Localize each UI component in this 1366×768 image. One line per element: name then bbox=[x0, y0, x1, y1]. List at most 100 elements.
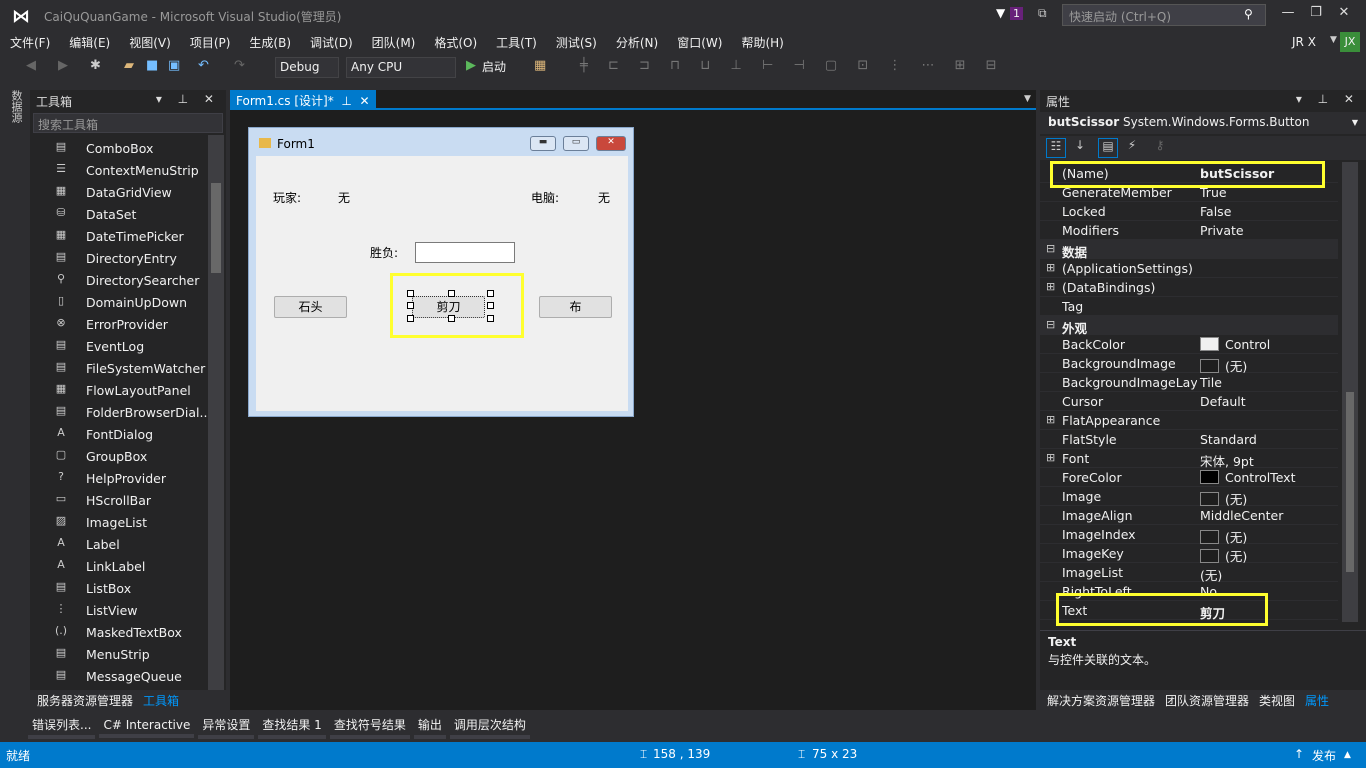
property-row[interactable]: BackgroundImageLayoutTile bbox=[1040, 373, 1338, 392]
pin-icon[interactable]: ⊥ bbox=[341, 94, 351, 108]
tab-dropdown-icon[interactable]: ▼ bbox=[1024, 94, 1031, 104]
form1-window[interactable]: Form1 ▬ ▭ ✕ 玩家: 无 电脑: 无 胜负: 石头 剪刀 布 bbox=[248, 127, 634, 417]
toolbox-item[interactable]: ▭ HScrollBar bbox=[30, 489, 208, 511]
property-row[interactable]: ⊞ (ApplicationSettings) bbox=[1040, 259, 1338, 278]
properties-icon[interactable]: ▤ bbox=[1098, 138, 1118, 158]
output-tab[interactable]: 调用层次结构 bbox=[449, 714, 530, 739]
platform-dropdown[interactable]: Any CPU bbox=[346, 57, 456, 78]
paper-button[interactable]: 布 bbox=[539, 296, 612, 318]
publish-button[interactable]: 发布 bbox=[1312, 747, 1336, 764]
toolbox-item[interactable]: ⛁ DataSet bbox=[30, 203, 208, 225]
menu-item[interactable]: 生成(B) bbox=[239, 31, 300, 51]
property-value[interactable]: Private bbox=[1200, 223, 1244, 238]
output-tab[interactable]: C# Interactive bbox=[99, 716, 195, 738]
bottom-tab[interactable]: 类视图 bbox=[1254, 690, 1300, 711]
redo-icon[interactable]: ↷ bbox=[234, 58, 245, 73]
collapse-icon[interactable]: ⊟ bbox=[1046, 318, 1055, 331]
toolbox-item[interactable]: ▦ FlowLayoutPanel bbox=[30, 379, 208, 401]
property-row[interactable]: BackgroundImage (无) bbox=[1040, 354, 1338, 374]
expand-icon[interactable]: ⊞ bbox=[1046, 280, 1055, 293]
layout-align-icons[interactable]: ╪ ⊏ ⊐ ⊓ ⊔ ⊥ ⊢ ⊣ ▢ ⊡ ⋮ ⋯ ⊞ ⊟ bbox=[580, 58, 1005, 73]
toolbox-item[interactable]: (.) MaskedTextBox bbox=[30, 621, 208, 643]
panel-controls[interactable]: ▾ ⊥ ✕ bbox=[1296, 92, 1360, 106]
toolbox-search-input[interactable]: 搜索工具箱 bbox=[33, 113, 223, 133]
property-row[interactable]: BackColor Control bbox=[1040, 335, 1338, 354]
player-value[interactable]: 无 bbox=[338, 189, 350, 206]
publish-icon[interactable]: ↑ bbox=[1294, 747, 1304, 761]
property-row[interactable]: ⊞ FlatAppearance bbox=[1040, 411, 1338, 430]
toolbox-item[interactable]: ▤ FolderBrowserDial... bbox=[30, 401, 212, 423]
scroll-thumb[interactable] bbox=[1346, 392, 1354, 572]
toolbox-item[interactable]: ⚲ DirectorySearcher bbox=[30, 269, 208, 291]
bottom-tab[interactable]: 团队资源管理器 bbox=[1160, 690, 1254, 711]
rock-button[interactable]: 石头 bbox=[274, 296, 347, 318]
menu-item[interactable]: 帮助(H) bbox=[731, 31, 792, 51]
toolbox-item[interactable]: A LinkLabel bbox=[30, 555, 208, 577]
filter-icon[interactable]: ▼ bbox=[996, 6, 1005, 20]
toolbox-item[interactable]: ▤ EventLog bbox=[30, 335, 208, 357]
play-icon[interactable]: ▶ bbox=[466, 58, 476, 73]
property-value[interactable]: Control bbox=[1200, 337, 1270, 352]
property-row[interactable]: ForeColor ControlText bbox=[1040, 468, 1338, 487]
categorized-icon[interactable]: ☷ bbox=[1046, 138, 1066, 158]
menu-item[interactable]: 文件(F) bbox=[0, 31, 59, 51]
property-pages-icon[interactable]: ⚷ bbox=[1150, 138, 1170, 158]
property-row[interactable]: ⊞ Font 宋体, 9pt bbox=[1040, 449, 1338, 469]
back-icon[interactable]: ◀ bbox=[26, 58, 36, 73]
property-category[interactable]: ⊟ 外观 bbox=[1040, 316, 1338, 336]
toolbox-item[interactable]: ▤ MenuStrip bbox=[30, 643, 208, 665]
toolbox-item[interactable]: ⋮ ListView bbox=[30, 599, 208, 621]
feedback-icon[interactable]: ⧉ bbox=[1038, 6, 1047, 21]
toolbox-item[interactable]: ▤ ComboBox bbox=[30, 137, 208, 159]
menu-item[interactable]: 团队(M) bbox=[362, 31, 425, 51]
config-dropdown[interactable]: Debug bbox=[275, 57, 339, 78]
menu-item[interactable]: 视图(V) bbox=[119, 31, 180, 51]
save-all-icon[interactable]: ▣ bbox=[168, 58, 180, 73]
property-value[interactable]: False bbox=[1200, 204, 1231, 219]
property-category[interactable]: ⊟ 数据 bbox=[1040, 240, 1338, 260]
toolbox-item[interactable]: ☰ ContextMenuStrip bbox=[30, 159, 208, 181]
toolbox-item[interactable]: ▢ GroupBox bbox=[30, 445, 208, 467]
bottom-tab[interactable]: 解决方案资源管理器 bbox=[1042, 690, 1160, 711]
menu-item[interactable]: 测试(S) bbox=[546, 31, 606, 51]
bottom-tab[interactable]: 属性 bbox=[1300, 690, 1334, 711]
attach-icon[interactable]: ▦ bbox=[534, 58, 546, 73]
toolbox-item[interactable]: A Label bbox=[30, 533, 208, 555]
undo-icon[interactable]: ↶ bbox=[198, 58, 209, 73]
output-tab[interactable]: 查找符号结果 bbox=[329, 714, 410, 739]
output-tab[interactable]: 查找结果 1 bbox=[258, 714, 326, 739]
chevron-down-icon[interactable]: ▼ bbox=[1330, 35, 1337, 45]
property-row[interactable]: FlatStyle Standard bbox=[1040, 430, 1338, 449]
property-row[interactable]: ImageList (无) bbox=[1040, 563, 1338, 583]
property-row[interactable]: ImageIndex (无) bbox=[1040, 525, 1338, 545]
property-value[interactable]: Standard bbox=[1200, 432, 1257, 447]
chevron-up-icon[interactable]: ▲ bbox=[1344, 750, 1351, 760]
object-selector[interactable]: butScissor System.Windows.Forms.Button ▼ bbox=[1040, 112, 1366, 134]
toolbox-item[interactable]: ▤ FileSystemWatcher bbox=[30, 357, 208, 379]
computer-value[interactable]: 无 bbox=[598, 189, 610, 206]
events-icon[interactable]: ⚡ bbox=[1122, 138, 1142, 158]
toolbox-item[interactable]: ▤ DirectoryEntry bbox=[30, 247, 208, 269]
output-tab[interactable]: 异常设置 bbox=[198, 714, 255, 739]
data-sources-tab[interactable]: 数据源 bbox=[0, 86, 30, 690]
toolbox-item[interactable]: ▤ MessageQueue bbox=[30, 665, 208, 687]
expand-icon[interactable]: ⊞ bbox=[1046, 413, 1055, 426]
close-button[interactable]: ✕ bbox=[1332, 5, 1356, 20]
notification-badge[interactable]: 1 bbox=[1010, 7, 1023, 20]
open-icon[interactable]: ▰ bbox=[124, 58, 134, 73]
save-icon[interactable]: ■ bbox=[146, 58, 158, 73]
property-row[interactable]: Cursor Default bbox=[1040, 392, 1338, 411]
toolbox-item[interactable]: A FontDialog bbox=[30, 423, 208, 445]
toolbox-item[interactable]: ▦ DataGridView bbox=[30, 181, 208, 203]
alphabetical-icon[interactable]: ↓ bbox=[1070, 138, 1090, 158]
panel-controls[interactable]: ▾ ⊥ ✕ bbox=[156, 92, 220, 106]
result-label[interactable]: 胜负: bbox=[370, 244, 398, 261]
avatar[interactable]: JX bbox=[1340, 32, 1360, 52]
new-project-icon[interactable]: ✱ bbox=[90, 58, 101, 73]
toolbox-scrollbar[interactable] bbox=[208, 135, 224, 690]
quick-launch-input[interactable]: 快速启动 (Ctrl+Q) bbox=[1062, 4, 1266, 26]
toolbox-item[interactable]: ? HelpProvider bbox=[30, 467, 208, 489]
menu-item[interactable]: 窗口(W) bbox=[667, 31, 731, 51]
computer-label[interactable]: 电脑: bbox=[531, 189, 559, 206]
toolbox-item[interactable]: ▦ DateTimePicker bbox=[30, 225, 208, 247]
